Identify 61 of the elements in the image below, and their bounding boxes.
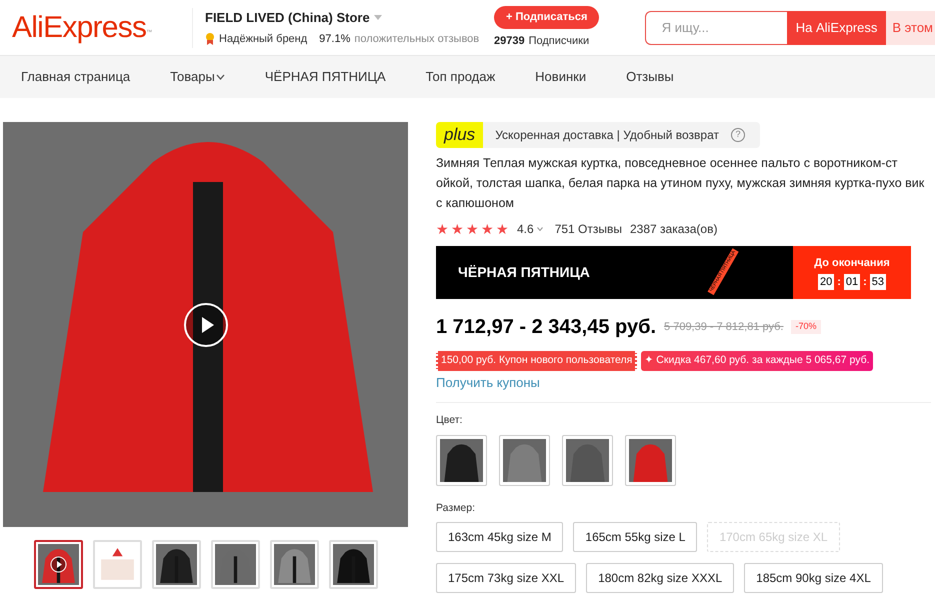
star-icon: ★	[436, 222, 449, 236]
size-option[interactable]: 185cm 90kg size 4XL	[744, 562, 883, 593]
countdown-seconds: 53	[870, 274, 886, 290]
size-option[interactable]: 180cm 82kg size XXXL	[586, 562, 734, 593]
star-icon: ★	[481, 222, 494, 236]
thumbnail-photo	[274, 544, 315, 585]
nav-link[interactable]: ЧЁРНАЯ ПЯТНИЦА	[264, 67, 386, 87]
orders-count: 2387 заказа(ов)	[630, 221, 718, 238]
size-option[interactable]: 175cm 73kg size XXL	[436, 562, 576, 593]
plus-badge: plus	[436, 122, 484, 148]
size-label: Размер:	[436, 501, 476, 516]
countdown-hours: 20	[818, 274, 834, 290]
countdown-minutes: 01	[844, 274, 860, 290]
get-coupons-link[interactable]: Получить купоны	[436, 372, 931, 392]
size-option[interactable]: 165cm 55kg size L	[573, 522, 698, 552]
discount-tag[interactable]: ✦ Скидка 467,60 руб. за каждые 5 065,67 руб.	[641, 351, 873, 371]
reviews-count[interactable]: 751 Отзывы	[554, 220, 622, 238]
store-name[interactable]: FIELD LIVED (China) Store	[205, 8, 370, 27]
subscribe-button[interactable]: + Подписаться	[494, 6, 600, 28]
rating-score[interactable]: 4.6	[517, 220, 534, 238]
brand-badge-label: Надёжный бренд	[219, 32, 308, 47]
coupon-tag[interactable]: 150,00 руб. Купон нового пользователя	[436, 351, 638, 371]
countdown-separator: :	[837, 274, 841, 290]
size-option[interactable]: 163cm 45kg size M	[436, 522, 564, 552]
countdown-label: До окончания	[814, 256, 890, 271]
rating-value: 97.1%	[319, 32, 350, 47]
promo-title: ЧЁРНАЯ ПЯТНИЦА	[458, 263, 590, 282]
star-icon: ★	[466, 222, 479, 236]
chevron-down-icon	[216, 74, 225, 80]
star-icon: ★	[496, 222, 509, 236]
star-icon: ★	[451, 222, 464, 236]
color-label: Цвет:	[436, 413, 464, 428]
discount-badge: -70%	[791, 320, 820, 334]
search-aliexpress-button[interactable]: На AliExpress	[786, 10, 886, 44]
chevron-down-icon	[536, 227, 543, 231]
color-swatch[interactable]	[499, 435, 550, 486]
medal-icon	[205, 33, 215, 46]
thumbnail[interactable]	[34, 540, 83, 589]
followers-count: 29739	[494, 34, 525, 48]
countdown-separator: :	[863, 274, 867, 290]
nav-link[interactable]: Главная страница	[21, 67, 130, 87]
search-field[interactable]: Я ищу...	[644, 10, 787, 44]
thumbnail-photo	[215, 544, 256, 585]
play-icon	[50, 556, 67, 573]
thumbnail-photo	[156, 544, 197, 585]
product-title: Зимняя Теплая мужская куртка, повседневное осеннее пальто с воротником-ст ойкой, толстая шапка, белая парка на утином пуху, мужская зимняя куртка-пухо вик с капюшоном	[436, 155, 926, 212]
color-swatch[interactable]	[625, 435, 676, 486]
thumbnail-photo	[38, 544, 79, 585]
color-swatch[interactable]	[436, 435, 487, 486]
thumbnail-photo	[333, 544, 374, 585]
delivery-info: Ускоренная доставка | Удобный возврат	[495, 127, 719, 144]
nav-link[interactable]: Топ продаж	[426, 67, 496, 87]
color-swatch[interactable]	[562, 435, 613, 486]
nav-link[interactable]: Товары	[170, 67, 225, 87]
rating-label: положительных отзывов	[354, 32, 480, 47]
price: 1 712,97 - 2 343,45 руб.	[436, 315, 656, 340]
followers-label: Подписчики	[528, 34, 590, 48]
old-price: 5 709,39 - 7 812,81 руб.	[664, 320, 784, 335]
play-icon[interactable]	[183, 302, 229, 348]
nav-link[interactable]: Новинки	[535, 67, 586, 87]
nav-link[interactable]: Отзывы	[626, 67, 674, 87]
